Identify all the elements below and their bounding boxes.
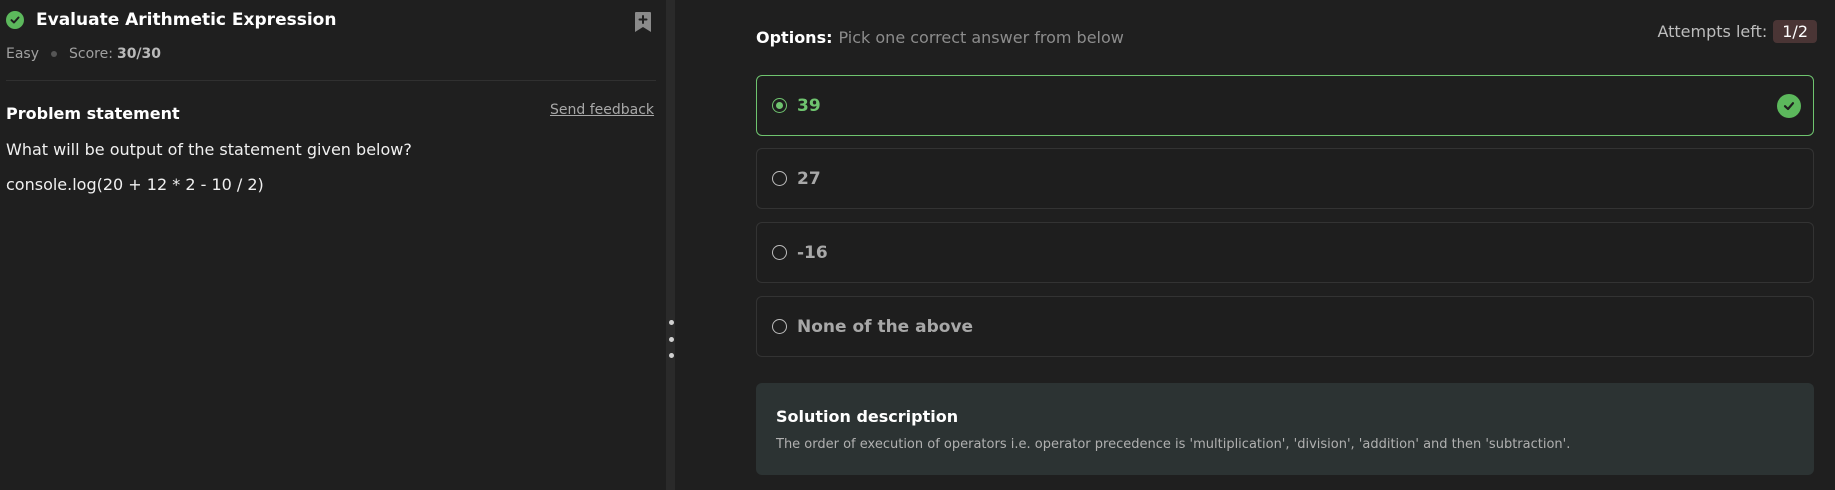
options-label-hint: Pick one correct answer from below <box>838 28 1124 47</box>
bookmark-plus-icon[interactable] <box>632 11 654 33</box>
option-label: 27 <box>797 168 821 189</box>
option-minus-16[interactable]: -16 <box>756 222 1814 283</box>
problem-title: Evaluate Arithmetic Expression <box>36 10 337 30</box>
options-label-bold: Options: <box>756 28 833 47</box>
problem-statement-heading: Problem statement <box>6 104 180 123</box>
radio-icon[interactable] <box>772 245 787 260</box>
answer-panel: Options: Pick one correct answer from bel… <box>676 0 1835 490</box>
app-root: Evaluate Arithmetic Expression Easy Scor… <box>0 0 1835 490</box>
option-none-of-the-above[interactable]: None of the above <box>756 296 1814 357</box>
problem-meta: Easy Score: 30/30 <box>6 46 161 62</box>
radio-selected-icon[interactable] <box>772 98 787 113</box>
score-value: 30/30 <box>116 46 162 62</box>
radio-icon[interactable] <box>772 171 787 186</box>
divider <box>6 80 656 81</box>
attempts-badge: 1/2 <box>1773 20 1817 43</box>
radio-icon[interactable] <box>772 319 787 334</box>
options-label: Options: Pick one correct answer from bel… <box>756 28 1124 47</box>
send-feedback-link[interactable]: Send feedback <box>550 102 654 118</box>
solution-text: The order of execution of operators i.e.… <box>776 437 1571 452</box>
solution-box: Solution description The order of execut… <box>756 383 1814 475</box>
option-label: -16 <box>797 242 828 263</box>
problem-panel: Evaluate Arithmetic Expression Easy Scor… <box>0 0 666 490</box>
option-label: 39 <box>797 95 821 116</box>
solution-title: Solution description <box>776 407 959 426</box>
problem-title-row: Evaluate Arithmetic Expression <box>6 10 336 30</box>
attempts-indicator: Attempts left: 1/2 <box>1657 20 1817 43</box>
drag-handle-icon[interactable] <box>668 320 674 358</box>
option-39[interactable]: 39 <box>756 75 1814 136</box>
option-27[interactable]: 27 <box>756 148 1814 209</box>
separator-dot <box>51 51 58 57</box>
panel-resize-handle[interactable] <box>666 0 675 490</box>
problem-question: What will be output of the statement giv… <box>6 140 412 159</box>
problem-code: console.log(20 + 12 * 2 - 10 / 2) <box>6 175 264 194</box>
difficulty-label: Easy <box>6 46 40 62</box>
score-label: Score: <box>69 46 113 62</box>
option-label: None of the above <box>797 316 974 337</box>
check-circle-icon <box>6 11 24 29</box>
correct-check-icon <box>1777 94 1801 118</box>
attempts-label: Attempts left: <box>1657 22 1768 41</box>
